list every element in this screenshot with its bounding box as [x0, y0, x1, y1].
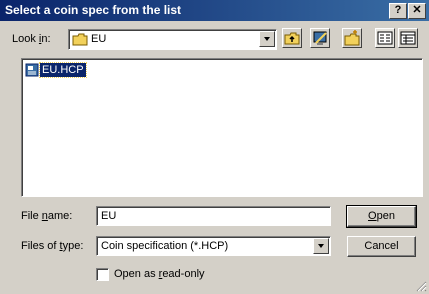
list-view-button[interactable] — [375, 28, 395, 48]
close-icon: ✕ — [412, 4, 422, 16]
cancel-button[interactable]: Cancel — [347, 236, 416, 257]
file-name-value: EU — [101, 210, 117, 222]
new-folder-icon — [344, 30, 360, 46]
create-new-folder-button[interactable] — [342, 28, 362, 48]
files-of-type-label: Files of type: — [21, 240, 84, 252]
files-of-type-select[interactable]: Coin specification (*.HCP) — [96, 236, 331, 256]
desktop-icon — [313, 31, 327, 45]
look-in-dropdown-button[interactable] — [259, 31, 275, 47]
close-button[interactable]: ✕ — [408, 3, 426, 19]
folder-icon — [72, 33, 88, 46]
read-only-label: Open as read-only — [114, 268, 205, 280]
window-title: Select a coin spec from the list — [5, 3, 182, 17]
look-in-label: Look in: — [12, 33, 51, 45]
file-list[interactable]: EU.HCP — [21, 58, 423, 197]
list-item-label: EU.HCP — [39, 62, 87, 78]
chevron-down-icon — [318, 244, 324, 248]
details-view-icon — [400, 31, 416, 45]
details-view-button[interactable] — [398, 28, 418, 48]
list-view-icon — [377, 31, 393, 45]
look-in-dropdown[interactable]: EU — [68, 29, 277, 50]
resize-grip-icon[interactable] — [415, 280, 427, 292]
files-of-type-dropdown-button[interactable] — [313, 238, 329, 254]
read-only-checkbox[interactable] — [96, 268, 109, 281]
look-in-value: EU — [91, 33, 107, 45]
files-of-type-value: Coin specification (*.HCP) — [101, 240, 229, 252]
file-name-label: File name: — [21, 210, 73, 222]
help-icon: ? — [394, 4, 402, 16]
file-icon — [25, 63, 39, 77]
help-button[interactable]: ? — [389, 3, 407, 19]
chevron-down-icon — [264, 37, 270, 41]
file-name-field[interactable]: EU — [96, 206, 331, 226]
open-button[interactable]: Open — [346, 205, 417, 228]
up-folder-icon — [284, 32, 300, 45]
up-one-level-button[interactable] — [282, 28, 302, 48]
desktop-button[interactable] — [310, 28, 330, 48]
